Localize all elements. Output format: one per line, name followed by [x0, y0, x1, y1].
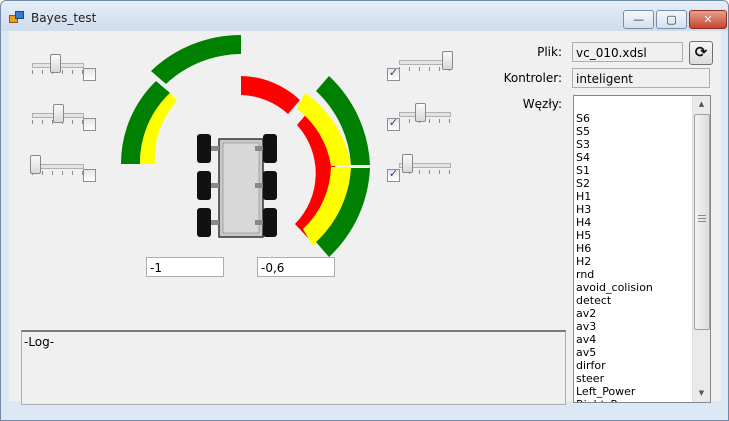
- list-item[interactable]: av4: [576, 333, 690, 346]
- client-area: ✓ ✓ ✓ -1 -0,6 Plik: vc_010.xdsl ⟳ Kontro…: [9, 31, 721, 405]
- title-bar[interactable]: Bayes_test — ▢ ✕: [1, 1, 728, 31]
- list-item[interactable]: H1: [576, 190, 690, 203]
- check-icon: ✓: [388, 66, 399, 79]
- scroll-down-icon[interactable]: ▼: [693, 385, 710, 402]
- list-item[interactable]: H2: [576, 255, 690, 268]
- slider-thumb[interactable]: [402, 154, 413, 173]
- list-item[interactable]: S2: [576, 177, 690, 190]
- plik-label: Plik:: [537, 45, 562, 59]
- close-icon: ✕: [703, 13, 713, 26]
- main-window: Bayes_test — ▢ ✕ ✓ ✓ ✓ -1 -0,6 Plik: vc_…: [0, 0, 729, 421]
- list-item[interactable]: H4: [576, 216, 690, 229]
- list-item[interactable]: steer: [576, 372, 690, 385]
- refresh-button[interactable]: ⟳: [689, 41, 713, 65]
- refresh-icon: ⟳: [694, 43, 708, 61]
- list-item[interactable]: Right_Power: [576, 398, 690, 402]
- rover-visualization: [120, 34, 370, 257]
- app-icon: [9, 11, 24, 23]
- list-item[interactable]: S3: [576, 138, 690, 151]
- list-item[interactable]: H6: [576, 242, 690, 255]
- maximize-button[interactable]: ▢: [656, 10, 687, 29]
- maximize-icon: ▢: [666, 13, 677, 26]
- check-icon: ✓: [388, 116, 399, 129]
- log-text: -Log-: [24, 335, 55, 349]
- right-slider-1[interactable]: [397, 51, 453, 71]
- nodes-scrollbar[interactable]: ▲ ▼: [692, 96, 710, 402]
- right-slider-2[interactable]: [397, 103, 453, 123]
- list-item[interactable]: S1: [576, 164, 690, 177]
- minimize-button[interactable]: —: [623, 10, 654, 29]
- kontroler-label: Kontroler:: [503, 71, 562, 85]
- slider-thumb[interactable]: [442, 51, 453, 70]
- rover-icon: [197, 134, 277, 238]
- window-title: Bayes_test: [31, 11, 97, 25]
- slider-thumb[interactable]: [415, 103, 426, 122]
- list-item[interactable]: H5: [576, 229, 690, 242]
- close-button[interactable]: ✕: [689, 10, 727, 29]
- list-item[interactable]: S4: [576, 151, 690, 164]
- list-item[interactable]: av2: [576, 307, 690, 320]
- plik-field[interactable]: vc_010.xdsl: [572, 42, 683, 62]
- right-gauge-value-field[interactable]: -0,6: [257, 257, 335, 277]
- list-item[interactable]: avoid_colision: [576, 281, 690, 294]
- list-item[interactable]: detect: [576, 294, 690, 307]
- right-gauge-red-upper-arc: [241, 76, 300, 114]
- list-item[interactable]: H3: [576, 203, 690, 216]
- left-gauge-top-green-arc: [151, 34, 241, 84]
- minimize-icon: —: [633, 13, 644, 26]
- scroll-up-icon[interactable]: ▲: [693, 96, 710, 113]
- scroll-thumb[interactable]: [694, 114, 710, 330]
- left-gauge-value-field[interactable]: -1: [146, 257, 224, 277]
- right-slider-3[interactable]: [397, 154, 453, 174]
- wezly-label: Węzły:: [522, 97, 562, 111]
- nodes-list: S6 S5 S3 S4 S1 S2 H1 H3 H4 H5 H6 H2 rnd avoid_colisio…: [576, 112, 690, 402]
- list-item[interactable]: dirfor: [576, 359, 690, 372]
- check-icon: ✓: [388, 167, 399, 180]
- list-item[interactable]: S5: [576, 125, 690, 138]
- list-item[interactable]: S6: [576, 112, 690, 125]
- list-item[interactable]: rnd: [576, 268, 690, 281]
- list-item[interactable]: av5: [576, 346, 690, 359]
- kontroler-field[interactable]: inteligent: [572, 68, 710, 88]
- nodes-listbox[interactable]: S6 S5 S3 S4 S1 S2 H1 H3 H4 H5 H6 H2 rnd avoid_colisio…: [573, 95, 711, 403]
- list-item[interactable]: av3: [576, 320, 690, 333]
- log-box[interactable]: -Log-: [21, 330, 566, 405]
- list-item[interactable]: Left_Power: [576, 385, 690, 398]
